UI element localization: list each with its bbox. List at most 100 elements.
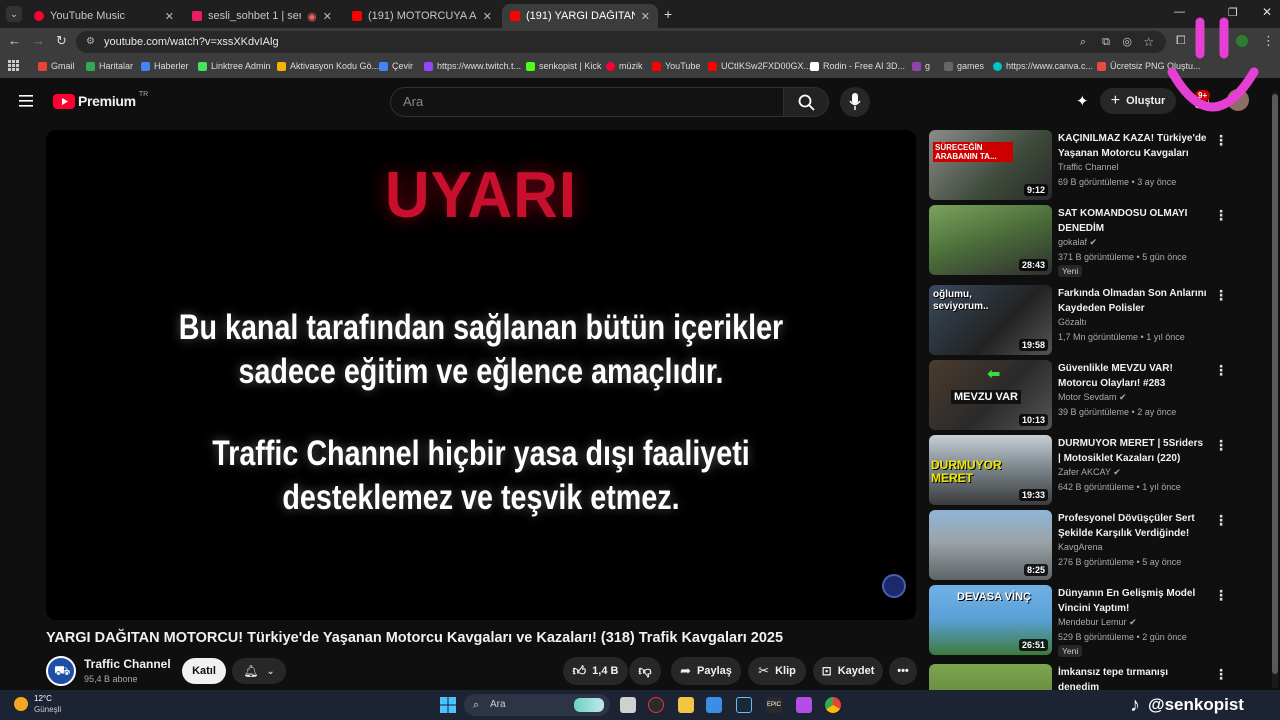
list-item[interactable]: DURMUYOR MERET 19:33 DURMUYOR MERET | 5S… <box>929 435 1229 505</box>
channel-name[interactable]: Gözaltı <box>1058 317 1087 327</box>
epic-games-icon[interactable]: EPIC <box>766 697 782 713</box>
list-item[interactable]: oğlumu, seviyorum.. 19:58 Farkında Olmad… <box>929 285 1229 355</box>
bookmark-music[interactable]: müzik <box>606 61 643 71</box>
zoom-icon[interactable]: ⌕ <box>1080 31 1086 53</box>
video-thumbnail[interactable]: oğlumu, seviyorum.. 19:58 <box>929 285 1052 355</box>
list-item[interactable]: MEVZU VAR ⬅ 10:13 Güvenlikle MEVZU VAR! … <box>929 360 1229 430</box>
video-title[interactable]: Dünyanın En Gelişmiş Model Vincini Yaptı… <box>1058 586 1208 616</box>
channel-name[interactable]: Mendebur Lemur ✔ <box>1058 617 1137 628</box>
address-bar[interactable]: ⚙ youtube.com/watch?v=xssXKdvIAlg ⌕ ⧉ ◎ … <box>76 31 1166 53</box>
create-button[interactable]: + Oluştur <box>1100 88 1176 114</box>
bookmark-twitch[interactable]: https://www.twitch.t... <box>424 61 521 71</box>
eye-off-icon[interactable]: ◎ <box>1122 31 1132 53</box>
more-options-icon[interactable]: ⋮ <box>1214 207 1228 224</box>
video-title[interactable]: İmkansız tepe tırmanışı denedim <box>1058 665 1208 690</box>
close-icon[interactable]: ✕ <box>165 10 174 23</box>
channel-name[interactable]: Traffic Channel <box>1058 162 1119 172</box>
chrome-menu-icon[interactable]: ⋮ <box>1262 33 1275 49</box>
video-title[interactable]: SAT KOMANDOSU OLMAYI DENEDİM <box>1058 206 1208 236</box>
hamburger-menu-icon[interactable] <box>19 94 33 107</box>
video-title[interactable]: KAÇINILMAZ KAZA! Türkiye'de Yaşanan Moto… <box>1058 131 1208 161</box>
video-thumbnail[interactable]: 28:43 <box>929 205 1052 275</box>
close-window-button[interactable]: ✕ <box>1262 5 1272 19</box>
chrome-icon[interactable] <box>825 697 841 713</box>
bookmark-g[interactable]: g <box>912 61 930 71</box>
list-item[interactable]: SÜRECEĞİN ARABANIN TA... 9:12 KAÇINILMAZ… <box>929 130 1229 200</box>
channel-name[interactable]: Traffic Channel <box>84 657 171 671</box>
sparkle-icon[interactable]: ✦ <box>1076 92 1089 110</box>
file-explorer-icon[interactable] <box>678 697 694 713</box>
subscribe-bell-button[interactable]: 🔔︎ ⌄ <box>232 658 286 684</box>
weather-temp[interactable]: 12°C <box>34 694 52 703</box>
reload-button[interactable]: ↻ <box>56 33 67 49</box>
new-tab-button[interactable]: + <box>664 6 672 22</box>
forward-button[interactable]: → <box>32 33 45 48</box>
close-icon[interactable]: ✕ <box>323 10 332 23</box>
scrollbar[interactable] <box>1272 92 1278 688</box>
channel-name[interactable]: gokalaf ✔ <box>1058 237 1097 248</box>
video-title[interactable]: Güvenlikle MEVZU VAR! Motorcu Olayları! … <box>1058 361 1208 391</box>
more-options-icon[interactable]: ⋮ <box>1214 512 1228 529</box>
dislike-button[interactable]: 👎︎ <box>629 657 661 685</box>
more-options-icon[interactable]: ⋮ <box>1214 666 1228 683</box>
video-thumbnail[interactable]: DURMUYOR MERET 19:33 <box>929 435 1052 505</box>
list-item[interactable]: İmkansız tepe tırmanışı denedim ⋮ <box>929 664 1229 690</box>
more-actions-button[interactable]: ••• <box>889 657 917 685</box>
video-title[interactable]: Profesyonel Dövüşçüler Sert Şekilde Karş… <box>1058 511 1208 541</box>
kick-app-icon[interactable] <box>796 697 812 713</box>
channel-avatar[interactable]: ⛟ <box>46 656 76 686</box>
weather-desc[interactable]: Güneşli <box>34 705 61 714</box>
back-button[interactable]: ← <box>8 33 21 48</box>
join-button[interactable]: Katıl <box>182 658 226 684</box>
bookmark-maps[interactable]: Haritalar <box>86 61 133 71</box>
youtube-premium-logo[interactable]: Premium TR <box>53 91 148 109</box>
channel-watermark-icon[interactable] <box>882 574 906 598</box>
windows-start-icon[interactable] <box>440 697 456 713</box>
list-item[interactable]: 28:43 SAT KOMANDOSU OLMAYI DENEDİM gokal… <box>929 205 1229 277</box>
tab-youtube-music[interactable]: YouTube Music ✕ <box>26 4 182 28</box>
bookmark-kick[interactable]: senkopist | Kick <box>526 61 601 71</box>
more-options-icon[interactable]: ⋮ <box>1214 132 1228 149</box>
bookmark-star-icon[interactable]: ☆ <box>1143 31 1154 53</box>
voice-search-button[interactable] <box>840 87 870 117</box>
video-thumbnail[interactable]: 8:25 <box>929 510 1052 580</box>
list-item[interactable]: 8:25 Profesyonel Dövüşçüler Sert Şekilde… <box>929 510 1229 580</box>
cast-icon[interactable]: ⧉ <box>1102 31 1110 53</box>
video-thumbnail[interactable]: SÜRECEĞİN ARABANIN TA... 9:12 <box>929 130 1052 200</box>
store-icon[interactable] <box>706 697 722 713</box>
more-options-icon[interactable]: ⋮ <box>1214 287 1228 304</box>
channel-name[interactable]: KavgArena <box>1058 542 1103 552</box>
search-input[interactable]: Ara <box>390 87 784 117</box>
close-icon[interactable]: ✕ <box>641 10 650 23</box>
site-info-icon[interactable]: ⚙ <box>86 31 95 53</box>
bookmark-news[interactable]: Haberler <box>141 61 189 71</box>
app-icon[interactable] <box>648 697 664 713</box>
steam-icon[interactable] <box>736 697 752 713</box>
bookmark-gmail[interactable]: Gmail <box>38 61 75 71</box>
task-view-icon[interactable] <box>620 697 636 713</box>
tab-sesli-sohbet[interactable]: sesli_sohbet 1 | senkopist ◉ ✕ <box>184 4 340 28</box>
save-button[interactable]: ⊡ Kaydet <box>813 657 883 685</box>
video-thumbnail[interactable] <box>929 664 1052 690</box>
apps-grid-icon[interactable] <box>8 60 19 71</box>
more-options-icon[interactable]: ⋮ <box>1214 437 1228 454</box>
tab-motorcuya[interactable]: (191) MOTORCUYA AĞIR HAKA ✕ <box>344 4 500 28</box>
search-button[interactable] <box>783 87 829 117</box>
like-button[interactable]: 👍︎ 1,4 B <box>563 657 628 685</box>
taskbar-search[interactable]: ⌕ Ara <box>464 694 610 716</box>
bookmark-canva[interactable]: https://www.canva.c... <box>993 61 1093 71</box>
clip-button[interactable]: ✂ Klip <box>748 657 806 685</box>
bookmark-activation[interactable]: Aktivasyon Kodu Gö... <box>277 61 379 71</box>
scrollbar-thumb[interactable] <box>1272 94 1278 674</box>
channel-name[interactable]: Motor Sevdam ✔ <box>1058 392 1127 403</box>
more-options-icon[interactable]: ⋮ <box>1214 587 1228 604</box>
tab-search-button[interactable]: ⌄ <box>6 6 22 22</box>
channel-name[interactable]: Zafer AKCAY ✔ <box>1058 467 1121 478</box>
bookmark-translate[interactable]: Çevir <box>379 61 413 71</box>
bookmark-rodin[interactable]: Rodin - Free AI 3D... <box>810 61 905 71</box>
list-item[interactable]: DEVASA VİNÇ 26:51 Dünyanın En Gelişmiş M… <box>929 585 1229 657</box>
video-thumbnail[interactable]: DEVASA VİNÇ 26:51 <box>929 585 1052 655</box>
video-title[interactable]: Farkında Olmadan Son Anlarını Kaydeden P… <box>1058 286 1208 316</box>
share-button[interactable]: ➦ Paylaş <box>671 657 741 685</box>
bookmark-youtube[interactable]: YouTube <box>652 61 700 71</box>
